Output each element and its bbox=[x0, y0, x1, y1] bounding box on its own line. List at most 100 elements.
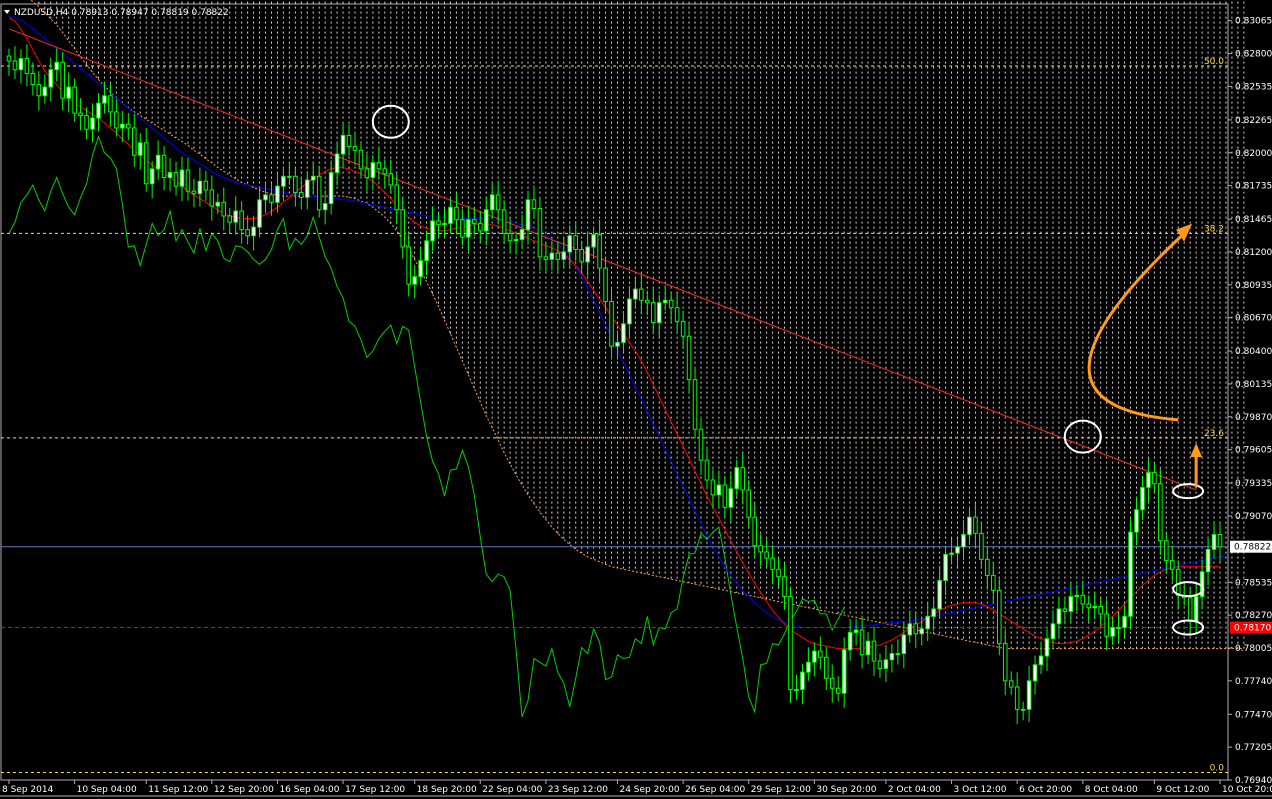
candle-body bbox=[937, 579, 942, 610]
candle-body bbox=[161, 154, 167, 179]
candle-body bbox=[18, 58, 24, 71]
candle-body bbox=[299, 191, 304, 198]
y-tick-label: 0.77470 bbox=[1235, 710, 1272, 720]
candle-body bbox=[203, 180, 209, 191]
candle-body bbox=[84, 115, 89, 130]
candle-body bbox=[78, 112, 83, 117]
annotations bbox=[371, 104, 1205, 636]
candle-body bbox=[764, 551, 769, 559]
candle-body bbox=[1187, 597, 1193, 622]
candle-body bbox=[1175, 568, 1181, 596]
candle-body bbox=[1104, 613, 1109, 637]
candle-body bbox=[698, 428, 704, 461]
candle-body bbox=[1056, 608, 1062, 625]
candle-body bbox=[823, 656, 829, 679]
candle-body bbox=[66, 86, 71, 99]
candle-body bbox=[466, 219, 471, 238]
y-tick-label: 0.79870 bbox=[1235, 413, 1272, 423]
candle-body bbox=[233, 210, 238, 223]
candle-body bbox=[991, 574, 996, 591]
x-tick-label: 8 Sep 2014 bbox=[2, 785, 54, 795]
candle-body bbox=[436, 220, 441, 226]
candle-body bbox=[477, 222, 483, 232]
candle-body bbox=[448, 206, 453, 224]
y-tick-label: 0.79335 bbox=[1235, 479, 1272, 489]
candle-body bbox=[985, 558, 990, 576]
candle-body bbox=[316, 175, 322, 211]
candle-body bbox=[734, 467, 740, 490]
candle-body bbox=[131, 127, 137, 156]
candle-body bbox=[418, 260, 423, 278]
y-tick-label: 0.81465 bbox=[1235, 215, 1272, 225]
candle-body bbox=[758, 545, 763, 553]
candle-body bbox=[346, 134, 352, 148]
candle-body bbox=[1098, 605, 1103, 615]
candle-body bbox=[680, 320, 686, 337]
candle-body bbox=[424, 240, 429, 262]
candle-body bbox=[871, 640, 877, 662]
y-tick-label: 0.77740 bbox=[1235, 677, 1272, 687]
x-tick-label: 11 Sep 12:00 bbox=[148, 785, 208, 795]
candle-body bbox=[865, 640, 871, 656]
y-axis: 0.83065 0.82800 0.82535 0.82265 0.82000 0.817… bbox=[1228, 17, 1272, 786]
candle-body bbox=[191, 190, 197, 195]
candle-body bbox=[949, 552, 954, 555]
candle-body bbox=[72, 86, 77, 114]
y-tick-label: 0.80135 bbox=[1235, 380, 1272, 390]
y-tick-label: 0.79070 bbox=[1235, 512, 1272, 522]
candle-body bbox=[364, 168, 370, 179]
y-tick-label: 0.82000 bbox=[1235, 149, 1272, 159]
candle-body bbox=[531, 199, 537, 210]
candle-body bbox=[859, 629, 865, 656]
candle-body bbox=[913, 623, 919, 635]
y-tick-label: 0.82535 bbox=[1235, 82, 1272, 92]
candle-body bbox=[251, 226, 256, 237]
candle-body bbox=[555, 252, 561, 260]
candle-body bbox=[24, 58, 30, 74]
candle-body bbox=[1205, 548, 1211, 573]
candle-body bbox=[549, 252, 555, 260]
candle-body bbox=[376, 162, 382, 170]
y-tick-label: 0.81200 bbox=[1235, 248, 1272, 258]
candle-body bbox=[650, 302, 656, 324]
y-tick-label: 0.82265 bbox=[1235, 116, 1272, 126]
candle-body bbox=[1217, 534, 1223, 548]
x-tick-label: 17 Sep 12:00 bbox=[345, 785, 405, 795]
candle-body bbox=[889, 653, 895, 661]
fib-label: 38.2 bbox=[1204, 224, 1224, 234]
candle-body bbox=[794, 689, 799, 692]
x-tick-label: 10 Sep 04:00 bbox=[77, 785, 137, 795]
x-tick-label: 16 Sep 04:00 bbox=[279, 785, 339, 795]
candle-body bbox=[1152, 472, 1157, 485]
candle-body bbox=[185, 169, 191, 192]
candle-body bbox=[907, 623, 913, 636]
y-tick-label: 0.80400 bbox=[1235, 347, 1272, 357]
candle-body bbox=[12, 60, 18, 71]
x-tick-label: 9 Oct 12:00 bbox=[1156, 785, 1209, 795]
candle-body bbox=[1122, 615, 1127, 629]
candle-body bbox=[489, 194, 495, 211]
candle-body bbox=[412, 276, 417, 285]
fib-label: 50.0 bbox=[1204, 57, 1224, 67]
candle-body bbox=[639, 288, 644, 301]
y-tick-label: 0.80935 bbox=[1235, 281, 1272, 291]
candle-body bbox=[728, 488, 734, 508]
price-chart[interactable]: 50.0 38.2 23.6 0.0 0.83065 0.82800 0.82535 0.82… bbox=[0, 0, 1272, 799]
x-tick-label: 8 Oct 04:00 bbox=[1085, 785, 1138, 795]
candle-body bbox=[752, 516, 757, 547]
x-axis: 8 Sep 2014 10 Sep 04:00 11 Sep 12:00 12 Sep… bbox=[2, 780, 1272, 795]
y-tick-label: 0.78270 bbox=[1235, 611, 1272, 621]
candle-body bbox=[209, 189, 215, 207]
candle-body bbox=[358, 149, 364, 170]
triangle-down-icon bbox=[4, 10, 10, 14]
candle-body bbox=[1020, 708, 1026, 711]
candle-body bbox=[281, 175, 286, 187]
y-tick-label: 0.78005 bbox=[1235, 644, 1272, 654]
candle-body bbox=[740, 467, 746, 491]
candle-body bbox=[1086, 603, 1092, 609]
candle-body bbox=[770, 557, 775, 570]
candle-body bbox=[400, 209, 406, 248]
candle-body bbox=[1092, 605, 1098, 609]
tenkan-sen bbox=[8, 17, 1220, 650]
candle-body bbox=[1062, 608, 1068, 612]
